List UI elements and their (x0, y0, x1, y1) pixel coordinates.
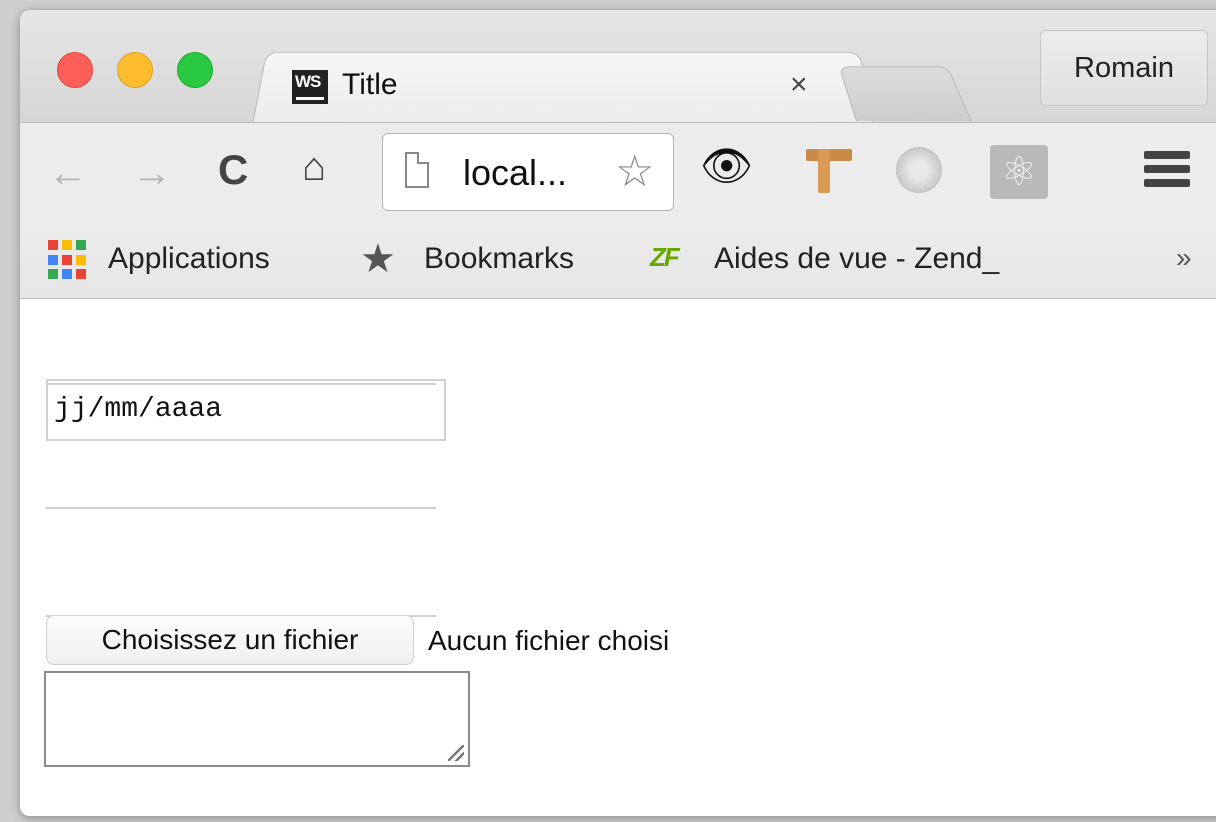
bookmark-applications[interactable]: Applications (108, 242, 270, 276)
bookmark-aides-de-vue[interactable]: Aides de vue - Zend_ (714, 242, 999, 276)
window-minimize-button[interactable] (117, 52, 153, 88)
textarea-field[interactable] (44, 671, 470, 767)
reload-icon[interactable]: C (218, 149, 248, 191)
bookmarks-star-icon: ★ (360, 237, 396, 281)
new-tab-button[interactable] (838, 66, 972, 121)
react-extension-icon[interactable]: ⚛ (990, 145, 1048, 199)
back-arrow-icon[interactable]: ← (48, 153, 88, 193)
browser-window: WS Title × Romain ← → C ⌂ local... ☆ 👁 ⚛… (20, 10, 1216, 816)
forward-arrow-icon[interactable]: → (132, 153, 172, 193)
apps-grid-icon[interactable] (48, 240, 88, 280)
window-close-button[interactable] (57, 52, 93, 88)
page-content: jj/mm/aaaa Choisissez un fichier Aucun f… (20, 299, 1216, 816)
date-input[interactable]: jj/mm/aaaa (46, 379, 446, 441)
bug-extension-icon[interactable] (896, 147, 942, 193)
url-text[interactable]: local... (463, 152, 567, 194)
zend-framework-icon: ZF (650, 242, 680, 272)
window-maximize-button[interactable] (177, 52, 213, 88)
ruler-extension-icon[interactable] (806, 149, 854, 193)
bookmark-bookmarks[interactable]: Bookmarks (424, 242, 574, 276)
bookmarks-overflow-icon[interactable]: » (1176, 242, 1192, 274)
webstorm-favicon-icon: WS (292, 70, 328, 104)
horizontal-rule (46, 507, 436, 509)
profile-button[interactable]: Romain (1040, 30, 1208, 106)
resize-grip-icon[interactable] (448, 745, 464, 761)
tab-active-content[interactable]: WS Title × (290, 62, 850, 112)
choose-file-button[interactable]: Choisissez un fichier (46, 615, 414, 665)
file-status-text: Aucun fichier choisi (428, 625, 670, 656)
bookmark-star-icon[interactable]: ☆ (615, 146, 654, 197)
tab-strip: WS Title × Romain (20, 10, 1216, 126)
bookmarks-bar: Applications ★ Bookmarks ZF Aides de vue… (20, 218, 1216, 299)
home-icon[interactable]: ⌂ (302, 147, 326, 187)
eye-extension-icon[interactable]: 👁 (700, 145, 753, 187)
tab-close-icon[interactable]: × (790, 68, 808, 102)
page-icon (405, 152, 429, 188)
address-bar[interactable]: local... ☆ (382, 133, 674, 211)
browser-toolbar: ← → C ⌂ local... ☆ 👁 ⚛ (20, 122, 1216, 219)
menu-icon[interactable] (1144, 151, 1190, 193)
tab-title: Title (342, 68, 398, 101)
